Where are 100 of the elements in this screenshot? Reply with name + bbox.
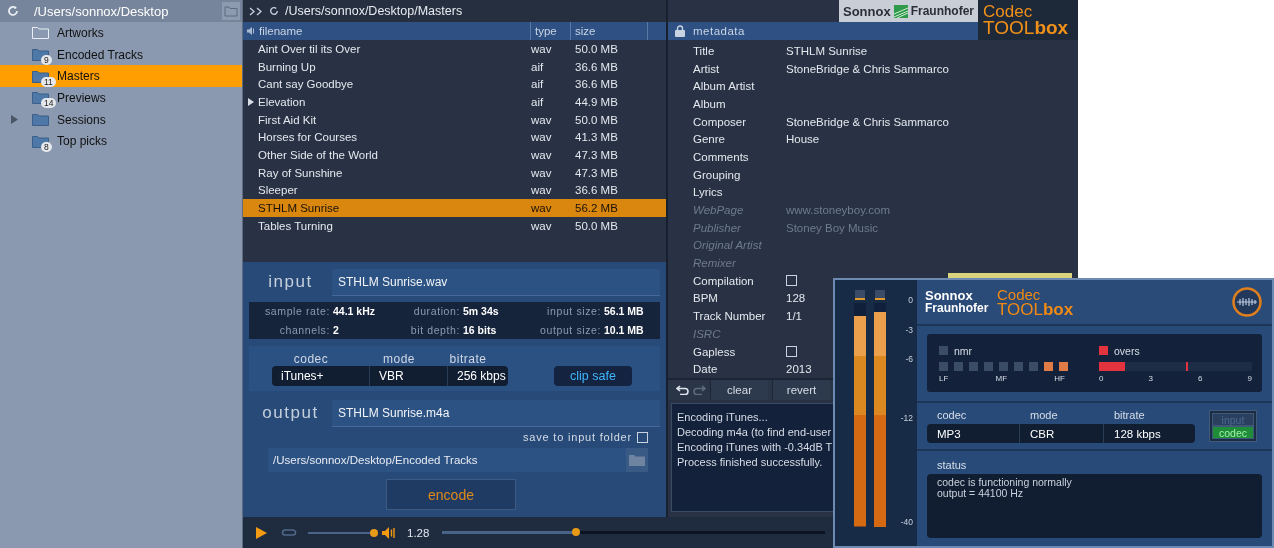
field-label: Album (693, 97, 727, 110)
field-label: Gapless (693, 345, 737, 358)
folder-icon (629, 454, 645, 466)
file-row[interactable]: Cant say Goodbye aif 36.6 MB (243, 75, 666, 94)
file-row[interactable]: Sleeper wav 36.6 MB (243, 181, 666, 200)
setting-dropdown[interactable]: iTunes+ (272, 365, 370, 386)
playback-rate: 1.28 (407, 526, 430, 539)
info-value: 10.1 MB (604, 323, 645, 336)
tick-label: 6 (1198, 374, 1203, 383)
table-cell-text: 36.6 MB (575, 60, 619, 73)
folder-item[interactable]: Sessions (0, 108, 242, 131)
band-label: LF (939, 374, 949, 383)
setting-dropdown[interactable]: 256 kbps (448, 365, 508, 386)
folder-item[interactable]: 11 Masters (0, 65, 242, 88)
column-header[interactable]: filename (259, 25, 303, 37)
band-label: HF (1054, 374, 1065, 383)
file-row[interactable]: Horses for Courses wav 41.3 MB (243, 128, 666, 147)
folder-item[interactable]: 14 Previews (0, 87, 242, 109)
field-label: Genre (693, 133, 726, 146)
band-label: MF (995, 374, 1008, 383)
toolbar-button[interactable]: clear (710, 380, 768, 400)
field-label: Date (693, 363, 719, 376)
folder-item[interactable]: Artworks (0, 22, 242, 44)
info-label: bit depth: (410, 323, 460, 336)
table-cell-text: 36.6 MB (575, 78, 619, 91)
setting-dropdown[interactable]: VBR (370, 365, 448, 386)
setting-label: codec (292, 351, 330, 366)
brand-logo: Sonnox (843, 3, 891, 19)
checkbox[interactable] (786, 346, 797, 358)
table-cell-text: wav (531, 166, 553, 179)
file-row[interactable]: Ray of Sunshine wav 47.3 MB (243, 163, 666, 182)
forward-icon[interactable] (249, 6, 263, 16)
toolbar-button[interactable]: revert (772, 380, 830, 400)
table-cell-text: Sleeper (258, 184, 299, 197)
scale-label: -40 (900, 517, 913, 527)
field-value[interactable]: StoneBridge & Chris Sammarco (786, 115, 949, 128)
file-row[interactable]: Elevation aif 44.9 MB (243, 93, 666, 111)
speaker-icon[interactable] (382, 526, 396, 539)
loop-icon[interactable] (281, 528, 297, 537)
file-row[interactable]: Other Side of the World wav 47.3 MB (243, 146, 666, 164)
encode-button[interactable]: encode (386, 479, 516, 510)
table-cell-text: 36.6 MB (575, 184, 619, 197)
field-value[interactable]: 1/1 (786, 310, 802, 323)
folder-path: /Users/sonnox/Desktop (34, 3, 170, 19)
setting-label: bitrate (448, 351, 488, 366)
volume-slider[interactable] (308, 531, 376, 534)
status-line: codec is functioning normally (937, 477, 1073, 488)
table-cell-text: 50.0 MB (575, 219, 619, 232)
file-row[interactable]: Tables Turning wav 50.0 MB (243, 216, 666, 235)
destination-field[interactable]: /Users/sonnox/Desktop/Encoded Tracks (268, 448, 626, 472)
column-header[interactable]: size (571, 22, 648, 40)
info-value: 16 bits (463, 323, 498, 336)
info-label: sample rate: (265, 305, 330, 318)
checkbox[interactable] (786, 275, 797, 287)
field-label: Publisher (693, 221, 742, 234)
setting-dropdown[interactable]: 128 kbps (1104, 424, 1195, 443)
field-value[interactable]: 128 (786, 292, 806, 305)
column-header[interactable]: type (531, 22, 571, 40)
field-value[interactable]: 2013 (786, 363, 812, 376)
file-row[interactable]: Aint Over til its Over wav 50.0 MB (243, 40, 666, 58)
clip-safe-button[interactable]: clip safe (554, 365, 632, 386)
refresh-icon[interactable] (269, 6, 279, 16)
log-line: Encoding iTunes with -0.34dB T (677, 440, 833, 455)
setting-dropdown[interactable]: CBR (1020, 424, 1104, 443)
lock-icon[interactable] (675, 25, 685, 37)
table-cell-text: Ray of Sunshine (258, 166, 344, 179)
waveform-logo-icon[interactable] (1232, 287, 1262, 317)
folder-item[interactable]: 8 Top picks (0, 130, 242, 153)
field-value[interactable]: STHLM Sunrise (786, 44, 868, 57)
setting-dropdown[interactable]: MP3 (927, 424, 1020, 443)
folder-item[interactable]: 9 Encoded Tracks (0, 43, 242, 66)
scale-label: -3 (905, 325, 913, 335)
info-value: 2 (333, 323, 340, 336)
table-cell-text: wav (531, 202, 553, 215)
table-cell-text: Tables Turning (258, 219, 334, 232)
field-label: BPM (693, 292, 719, 305)
output-file-field[interactable]: STHLM Sunrise.m4a (332, 399, 660, 427)
setting-label: mode (382, 351, 416, 366)
count-badge: 11 (41, 76, 56, 87)
field-value[interactable]: StoneBridge & Chris Sammarco (786, 62, 949, 75)
tick-label: 0 (1099, 374, 1104, 383)
file-row[interactable]: Burning Up aif 36.6 MB (243, 57, 666, 76)
expand-caret-icon[interactable] (247, 97, 254, 106)
setting-label: codec (936, 409, 968, 421)
table-cell-text: wav (531, 219, 553, 232)
table-cell-text: 41.3 MB (575, 131, 619, 144)
table-cell-text: wav (531, 148, 553, 161)
play-icon[interactable] (256, 526, 267, 539)
table-cell-text: aif (531, 60, 545, 73)
undo-icon[interactable] (676, 385, 689, 395)
table-cell-text: 47.3 MB (575, 166, 619, 179)
folder-path: /Users/sonnox/Desktop/Masters (285, 4, 463, 18)
table-cell-text: First Aid Kit (258, 113, 318, 126)
file-row[interactable]: First Aid Kit wav 50.0 MB (243, 110, 666, 129)
checkbox[interactable] (637, 431, 648, 443)
table-cell-text: Horses for Courses (258, 131, 359, 144)
scale-label: -12 (900, 413, 913, 423)
input-file-field[interactable]: STHLM Sunrise.wav (332, 268, 660, 296)
field-value[interactable]: House (786, 133, 820, 146)
file-row[interactable]: STHLM Sunrise wav 56.2 MB (243, 199, 666, 217)
